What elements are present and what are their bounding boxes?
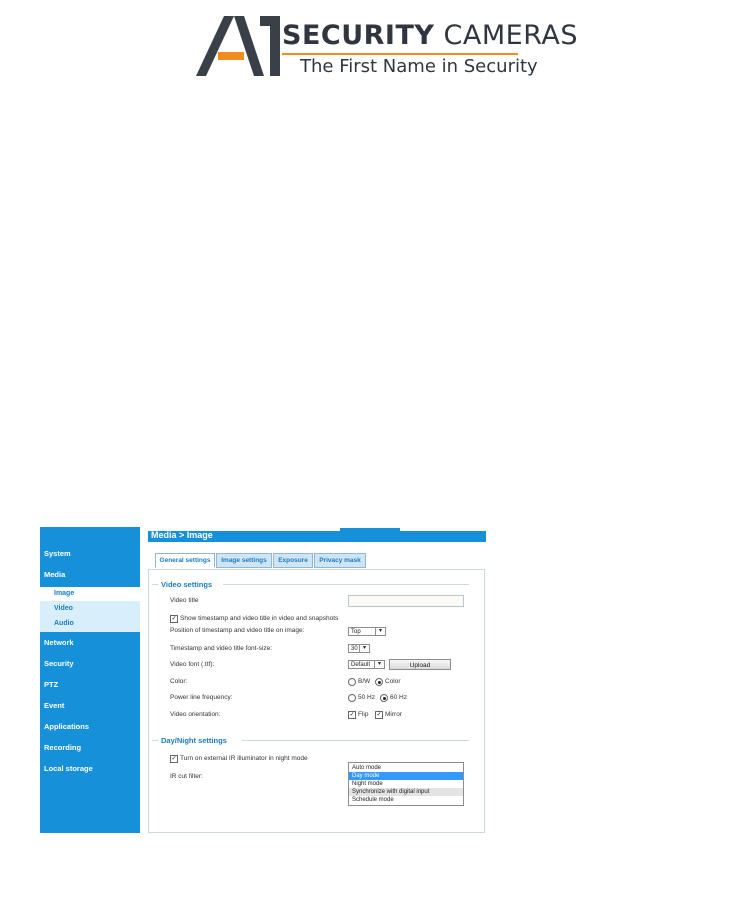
color-bw-radio[interactable]	[348, 678, 356, 686]
sidebar-subitem-video[interactable]: Video	[54, 605, 73, 612]
video-font-label: Video font (.ttf):	[170, 661, 215, 668]
show-timestamp-checkbox[interactable]: ✓	[170, 615, 178, 623]
chevron-down-icon: ▾	[374, 661, 384, 668]
sidebar-item-security[interactable]: Security	[44, 659, 74, 668]
logo-tagline: The First Name in Security	[300, 56, 538, 77]
flip-label: Flip	[358, 711, 369, 718]
section-rule	[152, 740, 158, 741]
camera-settings-screenshot: System Media Image Video Audio Network S…	[40, 527, 486, 833]
ir-cut-filter-list[interactable]: Auto mode Day mode Night mode Synchroniz…	[348, 762, 464, 806]
sidebar-item-event[interactable]: Event	[44, 701, 64, 710]
tab-privacy-mask[interactable]: Privacy mask	[314, 553, 366, 568]
company-logo: SECURITY CAMERAS The First Name in Secur…	[190, 8, 577, 84]
ir-cut-option[interactable]: Night mode	[349, 780, 463, 788]
day-night-heading: Day/Night settings	[161, 736, 227, 745]
tab-image-settings[interactable]: Image settings	[216, 553, 272, 568]
position-label: Position of timestamp and video title on…	[170, 627, 305, 634]
sidebar-item-system[interactable]: System	[44, 549, 71, 558]
tab-general-settings[interactable]: General settings	[155, 553, 215, 568]
sidebar-item-local-storage[interactable]: Local storage	[44, 764, 93, 773]
sidebar-item-network[interactable]: Network	[44, 638, 74, 647]
mirror-label: Mirror	[385, 711, 402, 718]
logo-underline	[282, 53, 518, 55]
mirror-checkbox[interactable]: ✓	[375, 711, 383, 719]
color-color-label: Color	[385, 678, 401, 685]
tab-exposure[interactable]: Exposure	[273, 553, 313, 568]
sidebar-subitem-image[interactable]: Image	[54, 590, 74, 597]
section-rule	[242, 740, 469, 741]
sidebar-item-recording[interactable]: Recording	[44, 743, 81, 752]
breadcrumb: Media > Image	[151, 530, 213, 540]
video-settings-heading: Video settings	[161, 580, 213, 589]
ir-cut-option[interactable]: Synchronize with digital input	[349, 788, 463, 796]
chevron-down-icon: ▾	[375, 628, 385, 635]
sidebar-item-applications[interactable]: Applications	[44, 722, 89, 731]
ir-illuminator-checkbox[interactable]: ✓	[170, 755, 178, 763]
section-rule	[223, 584, 469, 585]
video-font-select[interactable]: Default ▾	[348, 660, 385, 669]
ir-cut-option[interactable]: Auto mode	[349, 764, 463, 772]
color-color-radio[interactable]	[375, 678, 383, 686]
sidebar-subitem-audio[interactable]: Audio	[54, 620, 74, 627]
a1-logo-mark	[196, 16, 280, 76]
video-title-label: Video title	[170, 597, 199, 604]
sidebar-item-media[interactable]: Media	[44, 570, 65, 579]
power-60hz-label: 60 Hz	[390, 694, 407, 701]
upload-button[interactable]: Upload	[389, 659, 451, 670]
ir-cut-option-selected[interactable]: Day mode	[349, 772, 463, 780]
font-size-label: Timestamp and video title font-size:	[170, 645, 272, 652]
position-select[interactable]: Top ▾	[348, 627, 386, 636]
video-title-input[interactable]	[348, 595, 464, 607]
flip-checkbox[interactable]: ✓	[348, 711, 356, 719]
ir-cut-option[interactable]: Schedule mode	[349, 796, 463, 804]
show-timestamp-label: Show timestamp and video title in video …	[180, 615, 339, 622]
logo-brand-name: SECURITY CAMERAS	[282, 20, 578, 51]
power-60hz-radio[interactable]	[380, 694, 388, 702]
ir-cut-label: IR cut filter:	[170, 773, 203, 780]
sidebar-item-ptz[interactable]: PTZ	[44, 680, 58, 689]
font-size-select[interactable]: 30 ▾	[348, 644, 370, 653]
color-bw-label: B/W	[358, 678, 371, 685]
section-rule	[152, 584, 158, 585]
orientation-label: Video orientation:	[170, 711, 221, 718]
sidebar: System Media Image Video Audio Network S…	[40, 527, 140, 833]
power-line-label: Power line frequency:	[170, 694, 233, 701]
color-label: Color:	[170, 678, 188, 685]
ir-illuminator-label: Turn on external IR illuminator in night…	[180, 755, 308, 762]
chevron-down-icon: ▾	[359, 645, 369, 652]
power-50hz-label: 50 Hz	[358, 694, 375, 701]
power-50hz-radio[interactable]	[348, 694, 356, 702]
